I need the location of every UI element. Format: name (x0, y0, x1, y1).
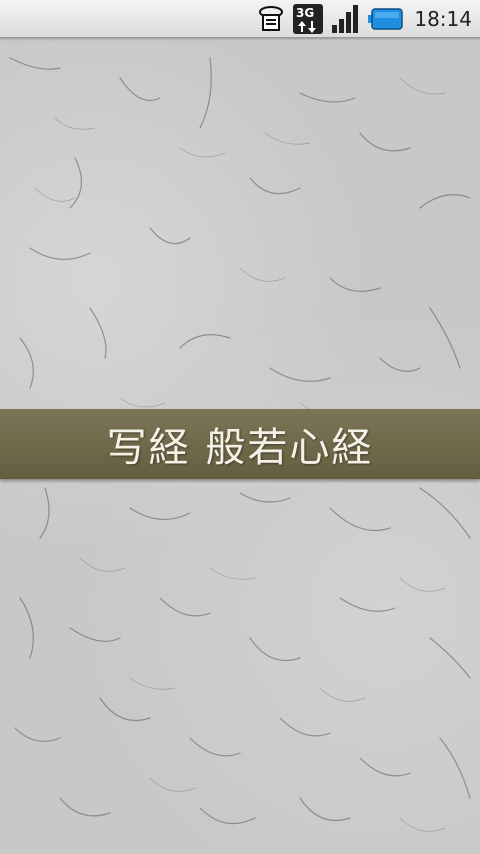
title-banner: 写経 般若心経 (0, 409, 480, 479)
status-clock: 18:14 (414, 6, 472, 31)
app-screen: 3G 18:14 写経 般若心経 (0, 0, 480, 854)
notification-icon[interactable] (256, 4, 286, 34)
status-bar: 3G 18:14 (0, 0, 480, 38)
signal-strength-icon (330, 3, 362, 35)
network-label: 3G (296, 6, 314, 20)
network-3g-icon: 3G (292, 3, 324, 35)
app-title: 写経 般若心経 (106, 425, 374, 471)
battery-icon (368, 7, 404, 31)
